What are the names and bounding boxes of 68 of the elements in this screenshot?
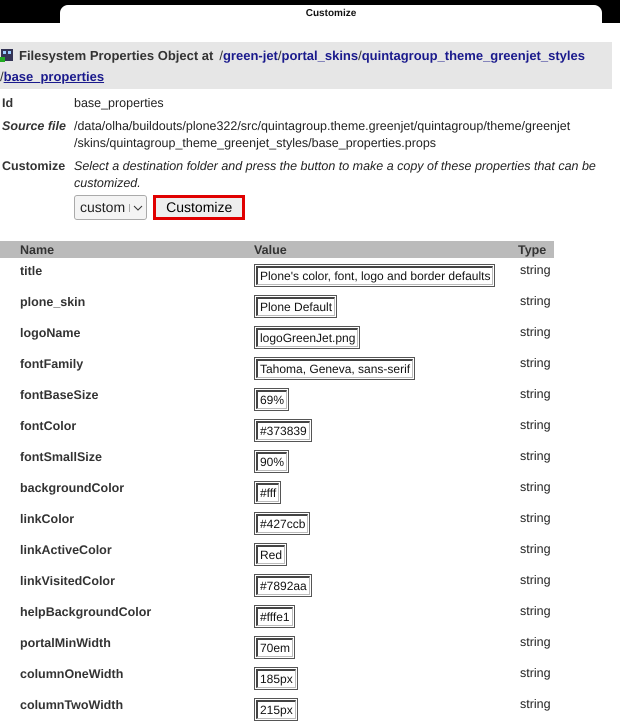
path-link[interactable]: quintagroup_theme_greenjet_styles: [362, 48, 585, 63]
path-link[interactable]: base_properties: [4, 69, 104, 84]
property-name: helpBackgroundColor: [19, 604, 152, 621]
text-field[interactable]: Plone's color, font, logo and border defaults: [254, 264, 496, 287]
property-name: fontBaseSize: [19, 387, 100, 404]
property-name: linkColor: [19, 511, 76, 528]
text-field[interactable]: #fff: [254, 481, 282, 504]
property-type: string: [519, 572, 552, 589]
text-field[interactable]: #7892aa: [254, 574, 312, 597]
window-title: Customize: [60, 5, 602, 23]
property-type: string: [519, 355, 552, 372]
property-type: string: [519, 665, 552, 682]
property-type: string: [519, 386, 552, 403]
property-type: string: [519, 510, 552, 527]
column-header: Name: [0, 241, 254, 258]
path-separator: /: [0, 69, 4, 84]
text-field[interactable]: Plone Default: [254, 295, 338, 318]
field-label: Source file: [2, 118, 67, 135]
property-type: string: [519, 262, 552, 279]
text-field[interactable]: Tahoma, Geneva, sans-serif: [254, 357, 416, 380]
property-type: string: [519, 293, 552, 310]
property-type: string: [519, 324, 552, 341]
path-separator: /: [219, 48, 223, 63]
property-name: plone_skin: [19, 294, 86, 311]
property-type: string: [519, 448, 552, 465]
field-label: Customize: [2, 158, 66, 175]
text-field[interactable]: logoGreenJet.png: [254, 326, 360, 349]
instruction-text: Select a destination folder and press the button to make a copy of these properties that can be customized.: [74, 158, 597, 192]
caret-icon: [133, 204, 144, 212]
text-field[interactable]: #fffe1: [254, 605, 295, 628]
property-name: columnOneWidth: [19, 666, 124, 683]
text-field[interactable]: 215px: [254, 698, 298, 721]
property-name: linkVisitedColor: [19, 573, 116, 590]
property-type: string: [519, 479, 552, 496]
property-type: string: [519, 696, 552, 713]
text-field[interactable]: 70em: [254, 636, 296, 659]
property-name: logoName: [19, 325, 82, 342]
header-title: Filesystem Properties Object at: [19, 48, 214, 63]
text-field[interactable]: Red: [254, 543, 288, 566]
field-value: base_properties: [74, 95, 165, 112]
customize-button[interactable]: Customize: [153, 195, 246, 220]
folder-icon: [0, 48, 14, 62]
property-name: backgroundColor: [19, 480, 126, 497]
property-type: string: [519, 541, 552, 558]
path-separator: /: [358, 48, 362, 63]
property-name: fontColor: [19, 418, 78, 435]
property-type: string: [519, 603, 552, 620]
property-name: linkActiveColor: [19, 542, 113, 559]
property-name: fontFamily: [19, 356, 84, 373]
path-link[interactable]: portal_skins: [282, 48, 358, 63]
property-type: string: [519, 634, 552, 651]
path-link[interactable]: green-jet: [222, 48, 278, 63]
text-field[interactable]: 185px: [254, 667, 298, 690]
path-separator: /: [278, 48, 282, 63]
property-name: fontSmallSize: [19, 449, 103, 466]
text-field[interactable]: 90%: [254, 450, 290, 473]
text-field[interactable]: #427ccb: [254, 512, 310, 535]
text-field[interactable]: 69%: [254, 388, 290, 411]
field-label: Id: [2, 95, 14, 112]
folder-select[interactable]: custom: [74, 195, 148, 220]
text-field[interactable]: #373839: [254, 419, 312, 442]
property-name: columnTwoWidth: [19, 697, 124, 714]
column-header: Value: [254, 241, 518, 258]
property-type: string: [519, 417, 552, 434]
property-name: title: [19, 263, 44, 280]
column-header: Type: [518, 241, 554, 258]
property-name: portalMinWidth: [19, 635, 112, 652]
field-value: /data/olha/buildouts/plone322/src/quintagroup.theme.greenjet/quintagroup/theme/greenjet /skins/quintagroup_theme_greenjet_styles/base_properties.props: [74, 118, 572, 152]
